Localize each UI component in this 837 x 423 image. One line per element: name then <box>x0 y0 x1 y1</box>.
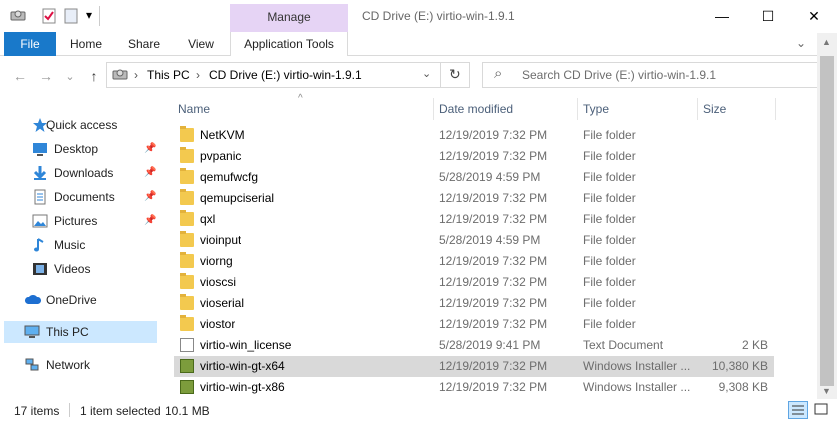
address-divider <box>440 63 441 87</box>
nav-item-desktop[interactable]: Desktop 📌 <box>4 138 157 160</box>
maximize-button[interactable]: ☐ <box>745 0 791 32</box>
toolbar-dropdown-icon[interactable]: ▾ <box>86 8 92 22</box>
nav-item-music[interactable]: Music <box>4 234 157 256</box>
folder-icon <box>180 294 194 310</box>
nav-item-onedrive[interactable]: OneDrive <box>4 289 157 311</box>
manage-label: Manage <box>267 10 311 24</box>
cloud-icon <box>24 292 42 308</box>
folder-icon <box>180 273 194 289</box>
nav-item-quick-access[interactable]: Quick access <box>4 114 157 136</box>
window-title: CD Drive (E:) virtio-win-1.9.1 <box>362 9 515 23</box>
documents-icon <box>32 189 48 205</box>
search-icon: ⌕ <box>494 65 503 82</box>
file-row[interactable]: pvpanic 12/19/2019 7:32 PM File folder <box>174 146 774 167</box>
new-folder-icon[interactable] <box>64 8 78 24</box>
file-row[interactable]: vioserial 12/19/2019 7:32 PM File folder <box>174 293 774 314</box>
desktop-icon <box>32 141 48 157</box>
folder-icon <box>180 210 194 226</box>
minimize-button[interactable]: — <box>699 0 745 32</box>
file-row[interactable]: NetKVM 12/19/2019 7:32 PM File folder <box>174 125 774 146</box>
title-divider <box>99 6 100 26</box>
computer-icon <box>24 324 40 340</box>
nav-item-pictures[interactable]: Pictures 📌 <box>4 210 157 232</box>
file-row[interactable]: qemupciserial 12/19/2019 7:32 PM File fo… <box>174 188 774 209</box>
back-button[interactable]: ← <box>10 66 30 86</box>
file-row[interactable]: qxl 12/19/2019 7:32 PM File folder <box>174 209 774 230</box>
breadcrumb-chevron-icon: › <box>196 68 200 82</box>
scrollbar-thumb[interactable] <box>820 56 834 386</box>
pictures-icon <box>32 213 48 229</box>
selection-size: 10.1 MB <box>165 404 210 418</box>
pin-icon[interactable]: 📌 <box>144 186 156 208</box>
refresh-icon[interactable]: ↻ <box>449 66 461 83</box>
folder-icon <box>180 315 194 331</box>
tab-application-tools[interactable]: Application Tools <box>230 32 348 56</box>
folder-icon <box>180 147 194 163</box>
file-row[interactable]: viorng 12/19/2019 7:32 PM File folder <box>174 251 774 272</box>
tab-share[interactable]: Share <box>118 32 170 56</box>
folder-icon <box>180 189 194 205</box>
file-row[interactable]: virtio-win-gt-x86 12/19/2019 7:32 PM Win… <box>174 377 774 398</box>
column-header-date[interactable]: Date modified <box>439 102 513 116</box>
details-view-icon[interactable] <box>788 401 808 419</box>
column-divider[interactable] <box>433 98 434 120</box>
drive-small-icon <box>112 67 128 81</box>
network-icon <box>24 357 40 373</box>
download-icon <box>32 165 48 181</box>
installer-icon <box>180 380 194 394</box>
file-row[interactable]: virtio-win_license 5/28/2019 9:41 PM Tex… <box>174 335 774 356</box>
nav-item-downloads[interactable]: Downloads 📌 <box>4 162 157 184</box>
file-row-selected[interactable]: virtio-win-gt-x64 12/19/2019 7:32 PM Win… <box>174 356 774 377</box>
tab-view[interactable]: View <box>176 32 226 56</box>
address-dropdown-icon[interactable]: ⌄ <box>422 67 431 80</box>
nav-item-this-pc[interactable]: This PC <box>4 321 157 343</box>
column-divider[interactable] <box>577 98 578 120</box>
column-header-name[interactable]: Name <box>178 102 210 116</box>
nav-item-documents[interactable]: Documents 📌 <box>4 186 157 208</box>
ribbon-expand-icon[interactable]: ⌄ <box>796 36 806 50</box>
nav-item-videos[interactable]: Videos <box>4 258 157 280</box>
music-icon <box>32 237 48 253</box>
tab-file[interactable]: File <box>4 32 56 56</box>
pin-icon[interactable]: 📌 <box>144 138 156 160</box>
breadcrumb-chevron-icon: › <box>134 68 138 82</box>
nav-item-network[interactable]: Network <box>4 354 157 376</box>
up-button[interactable]: ↑ <box>84 66 104 86</box>
folder-icon <box>180 231 194 247</box>
folder-icon <box>180 126 194 142</box>
folder-icon <box>180 168 194 184</box>
tab-home[interactable]: Home <box>60 32 112 56</box>
folder-icon <box>180 252 194 268</box>
item-count: 17 items <box>14 404 60 418</box>
close-button[interactable]: ✕ <box>791 0 837 32</box>
file-row[interactable]: vioinput 5/28/2019 4:59 PM File folder <box>174 230 774 251</box>
scroll-up-icon[interactable]: ▲ <box>822 37 831 47</box>
forward-button[interactable]: → <box>36 66 56 86</box>
file-row[interactable]: qemufwcfg 5/28/2019 4:59 PM File folder <box>174 167 774 188</box>
file-row[interactable]: vioscsi 12/19/2019 7:32 PM File folder <box>174 272 774 293</box>
scroll-down-icon[interactable]: ▼ <box>822 386 831 396</box>
breadcrumb-cd-drive[interactable]: CD Drive (E:) virtio-win-1.9.1 <box>209 68 362 82</box>
pin-icon[interactable]: 📌 <box>144 162 156 184</box>
drive-icon[interactable] <box>10 8 26 22</box>
large-icons-view-icon[interactable] <box>812 401 832 419</box>
properties-icon[interactable] <box>42 8 56 24</box>
file-row[interactable]: viostor 12/19/2019 7:32 PM File folder <box>174 314 774 335</box>
sort-indicator-icon: ^ <box>298 93 303 104</box>
column-header-type[interactable]: Type <box>583 102 609 116</box>
text-document-icon <box>180 338 194 352</box>
videos-icon <box>32 261 48 277</box>
search-placeholder: Search CD Drive (E:) virtio-win-1.9.1 <box>522 68 717 82</box>
breadcrumb-this-pc[interactable]: This PC <box>147 68 190 82</box>
installer-icon <box>180 359 194 373</box>
column-divider[interactable] <box>775 98 776 120</box>
status-divider <box>69 403 70 417</box>
selection-count: 1 item selected <box>80 404 161 418</box>
column-header-size[interactable]: Size <box>703 102 726 116</box>
pin-icon[interactable]: 📌 <box>144 210 156 232</box>
recent-locations-button[interactable]: ⌄ <box>60 66 80 86</box>
column-divider[interactable] <box>697 98 698 120</box>
